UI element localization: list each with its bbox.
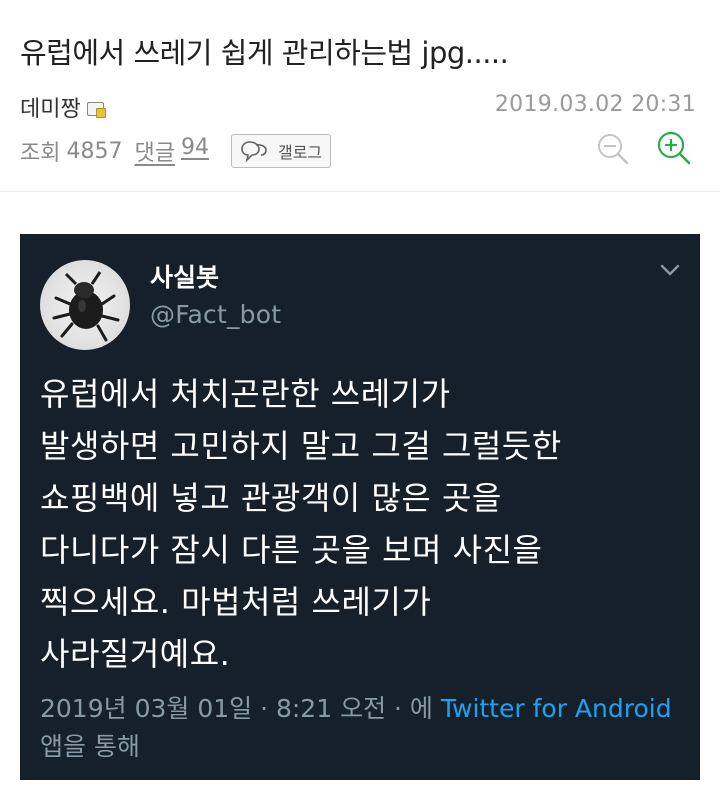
gallog-label: 갤로그 (277, 143, 323, 162)
comment-link[interactable]: 댓글 94 (134, 135, 208, 167)
zoom-in-icon[interactable] (656, 130, 692, 166)
post-date: 2019.03.02 20:31 (494, 92, 696, 117)
tweet-source-link: Twitter for Android (440, 694, 672, 723)
tweet-source-suffix: 앱을 통해 (40, 732, 140, 761)
chevron-down-icon (660, 264, 680, 276)
tweet-author-handle: @Fact_bot (150, 300, 282, 329)
speech-bubble-icon (241, 141, 267, 163)
post-meta: 조회 4857 댓글 94 갤로그 (20, 134, 332, 168)
gallery-badge-icon (86, 102, 106, 118)
post-header: 유럽에서 쓰레기 쉽게 관리하는법 jpg..... 데미짱 2019.03.0… (0, 0, 720, 192)
tweet-text-line: 유럽에서 처치곤란한 쓰레기가 (40, 375, 451, 413)
view-label: 조회 (20, 141, 61, 166)
tweet-text-line: 쇼핑백에 넣고 관광객이 많은 곳을 (40, 479, 502, 517)
tweet-text: 유럽에서 처치곤란한 쓰레기가 발생하면 고민하지 말고 그걸 그럴듯한 쇼핑백… (40, 368, 690, 680)
author-row: 데미짱 (20, 91, 106, 123)
tweet-text-line: 찍으세요. 마법처럼 쓰레기가 (40, 583, 432, 621)
author-name[interactable]: 데미짱 (20, 91, 81, 123)
view-count: 4857 (66, 138, 123, 164)
tweet-text-line: 발생하면 고민하지 말고 그걸 그럴듯한 (40, 427, 562, 465)
tweet-author-name: 사실봇 (150, 263, 220, 292)
tweet-timestamp: 2019년 03월 01일 · 8:21 오전 · 에 (40, 694, 441, 723)
beetle-icon (52, 271, 120, 342)
avatar (40, 260, 130, 350)
comment-count: 94 (180, 135, 209, 160)
tweet-image: 사실봇 @Fact_bot 유럽에서 처치곤란한 쓰레기가 발생하면 고민하지 … (20, 234, 700, 780)
tweet-footer: 2019년 03월 01일 · 8:21 오전 · 에 Twitter for … (40, 690, 690, 766)
post-title: 유럽에서 쓰레기 쉽게 관리하는법 jpg..... (20, 36, 509, 70)
tweet-text-line: 사라질거예요. (40, 635, 231, 673)
zoom-out-icon[interactable] (596, 132, 630, 166)
gallog-button[interactable]: 갤로그 (230, 134, 332, 168)
comment-label: 댓글 (134, 141, 175, 166)
tweet-text-line: 다니다가 잠시 다른 곳을 보며 사진을 (40, 531, 543, 569)
